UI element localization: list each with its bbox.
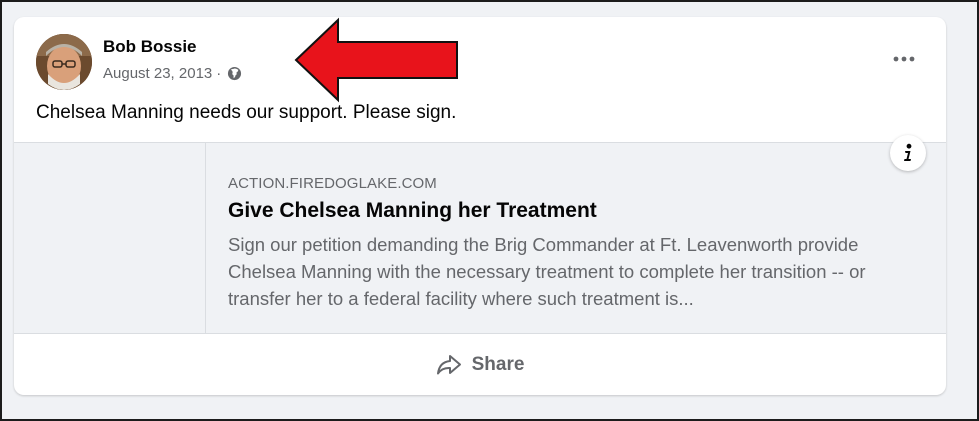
- more-options-icon: [893, 56, 915, 62]
- avatar[interactable]: [36, 34, 92, 90]
- action-bar: Share: [14, 334, 946, 395]
- link-description: Sign our petition demanding the Brig Com…: [228, 234, 866, 309]
- link-domain: ACTION.FIREDOGLAKE.COM: [228, 175, 437, 192]
- post-meta: August 23, 2013 ·: [103, 65, 242, 82]
- avatar-photo-icon: [36, 34, 92, 90]
- globe-icon[interactable]: [227, 66, 242, 81]
- post-text: Chelsea Manning needs our support. Pleas…: [36, 102, 457, 123]
- info-button[interactable]: [890, 135, 926, 171]
- info-icon: [904, 143, 912, 161]
- link-preview[interactable]: ACTION.FIREDOGLAKE.COM Give Chelsea Mann…: [14, 135, 946, 334]
- link-title[interactable]: Give Chelsea Manning her Treatment: [228, 199, 597, 223]
- author-name[interactable]: Bob Bossie: [103, 37, 197, 57]
- share-arrow-icon: [436, 354, 461, 374]
- meta-separator: ·: [216, 65, 222, 82]
- share-label: Share: [471, 353, 525, 375]
- post-date[interactable]: August 23, 2013: [103, 65, 212, 82]
- post-card: Bob Bossie August 23, 2013 · Chelsea Man…: [14, 17, 946, 395]
- share-button[interactable]: Share: [436, 353, 525, 376]
- screenshot-frame: Bob Bossie August 23, 2013 · Chelsea Man…: [0, 0, 979, 421]
- annotation-red-arrow-icon: [294, 17, 458, 103]
- link-preview-thumbnail[interactable]: [14, 143, 206, 333]
- more-options-button[interactable]: [890, 47, 918, 71]
